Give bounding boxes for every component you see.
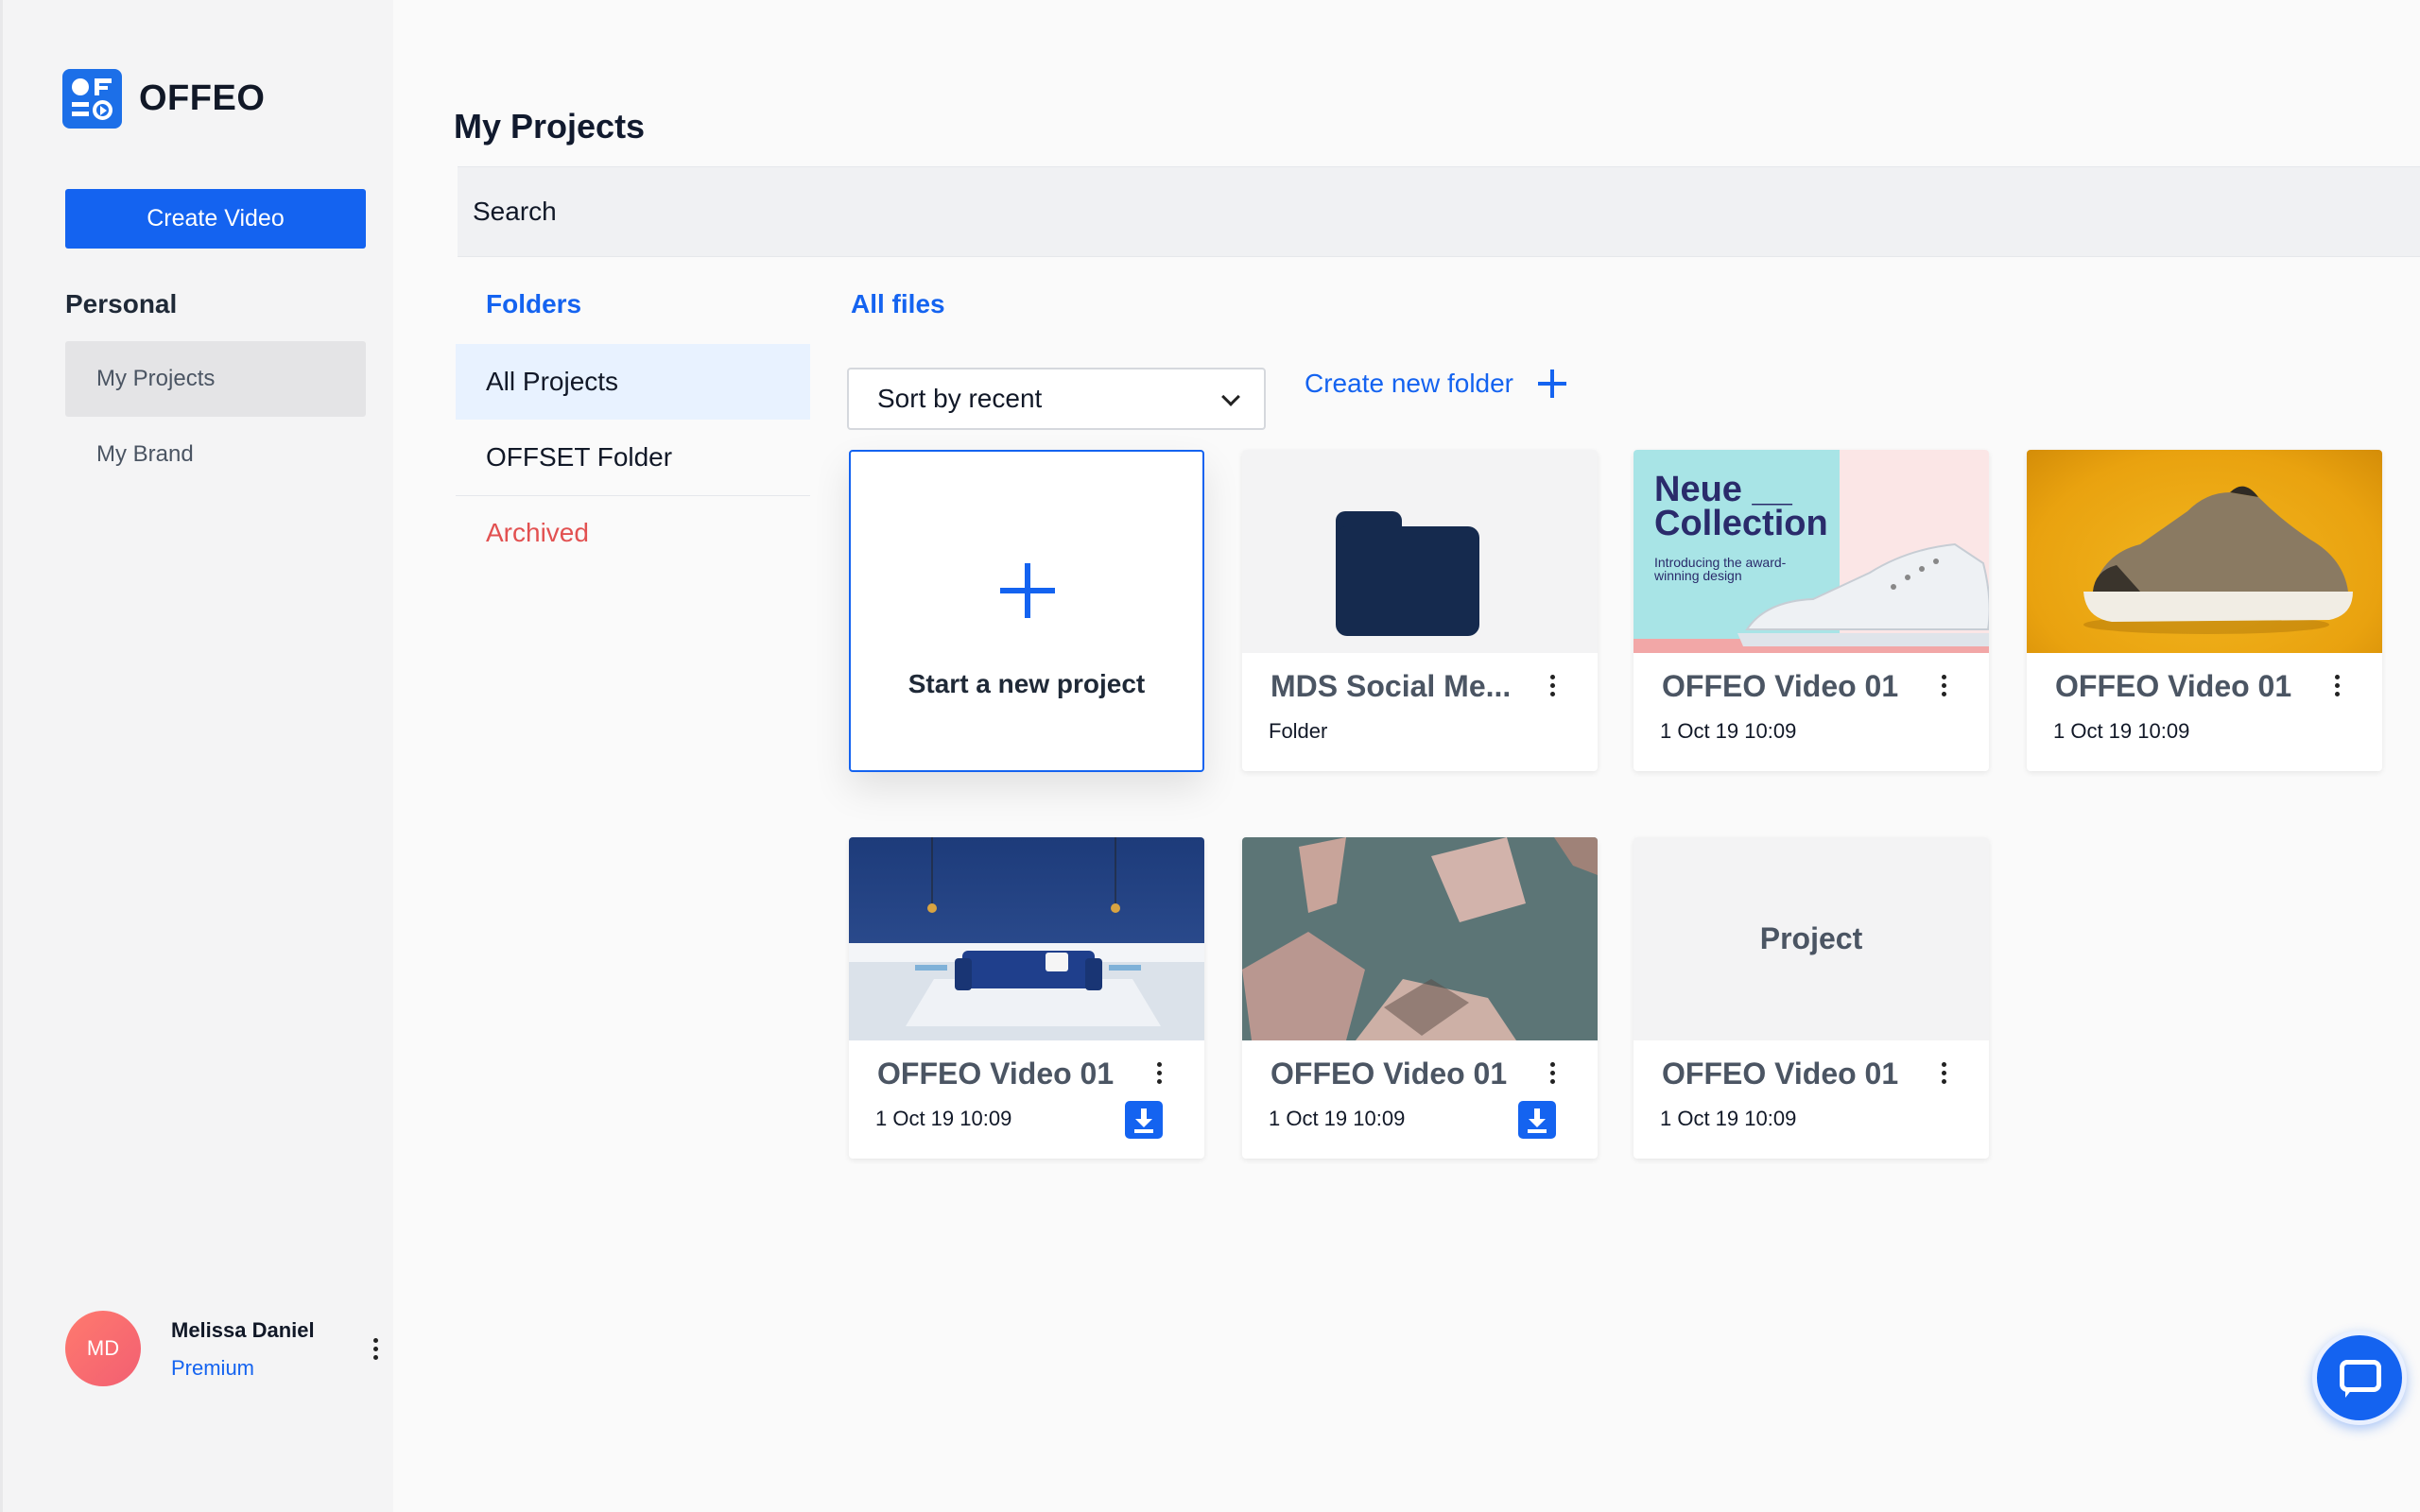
- folder-archived[interactable]: Archived: [456, 495, 810, 571]
- card-subtitle: 1 Oct 19 10:09: [1660, 1107, 1797, 1130]
- card-title: MDS Social Me...: [1270, 669, 1512, 703]
- sidebar-item-label: My Projects: [96, 366, 216, 391]
- project-card[interactable]: Neue __ Collection Introducing the award…: [1634, 450, 1989, 771]
- all-files-heading: All files: [851, 289, 945, 318]
- user-plan: Premium: [171, 1356, 255, 1380]
- sort-dropdown[interactable]: Sort by recent: [847, 368, 1266, 430]
- folder-offset[interactable]: OFFSET Folder: [456, 420, 810, 495]
- card-title: OFFEO Video 01: [1270, 1057, 1508, 1091]
- card-title: OFFEO Video 01: [877, 1057, 1115, 1091]
- page-title: My Projects: [454, 107, 646, 146]
- folder-icon: [1336, 511, 1479, 636]
- video-thumbnail: [849, 837, 1204, 1040]
- card-title: OFFEO Video 01: [2055, 669, 2292, 703]
- chat-icon: [2340, 1360, 2381, 1392]
- avatar[interactable]: MD: [65, 1311, 141, 1386]
- more-options-icon[interactable]: [1543, 1057, 1562, 1089]
- download-icon[interactable]: [1518, 1101, 1556, 1139]
- geometric-shapes-image: [1242, 837, 1598, 1040]
- new-project-card[interactable]: Start a new project: [849, 450, 1204, 772]
- create-new-folder-label: Create new folder: [1305, 369, 1514, 398]
- folder-thumbnail: [1242, 450, 1598, 653]
- more-options-icon[interactable]: [1934, 669, 1953, 701]
- card-title: OFFEO Video 01: [1662, 1057, 1899, 1091]
- video-thumbnail: Neue __ Collection Introducing the award…: [1634, 450, 1989, 653]
- more-options-icon[interactable]: [1934, 1057, 1953, 1089]
- sidebar-item-my-projects[interactable]: My Projects: [65, 341, 366, 417]
- card-title: OFFEO Video 01: [1662, 669, 1899, 703]
- more-options-icon[interactable]: [2327, 669, 2346, 701]
- plus-icon: [1538, 369, 1567, 398]
- create-new-folder-button[interactable]: Create new folder: [1305, 368, 1567, 400]
- project-card[interactable]: OFFEO Video 01 1 Oct 19 10:09: [2027, 450, 2382, 771]
- folder-label: OFFSET Folder: [486, 442, 673, 472]
- chevron-down-icon: [1221, 387, 1240, 406]
- brand-name: OFFEO: [139, 78, 266, 118]
- project-card[interactable]: OFFEO Video 01 1 Oct 19 10:09: [1242, 837, 1598, 1159]
- main-content: My Projects Folders All Projects OFFSET …: [393, 0, 2420, 1512]
- living-room-image: [849, 837, 1204, 1040]
- thumbnail-heading: Neue __ Collection: [1654, 470, 1828, 543]
- download-icon[interactable]: [1125, 1101, 1163, 1139]
- chat-support-button[interactable]: [2312, 1331, 2407, 1425]
- folders-heading: Folders: [486, 289, 582, 318]
- card-subtitle: 1 Oct 19 10:09: [875, 1107, 1012, 1130]
- card-subtitle: 1 Oct 19 10:09: [2053, 719, 2190, 743]
- user-menu-icon[interactable]: [364, 1330, 387, 1367]
- card-subtitle: Folder: [1269, 719, 1328, 743]
- video-thumbnail: [1242, 837, 1598, 1040]
- user-name: Melissa Daniel: [171, 1318, 315, 1342]
- project-card[interactable]: Project OFFEO Video 01 1 Oct 19 10:09: [1634, 837, 1989, 1159]
- folder-label: Archived: [486, 518, 589, 547]
- sort-label: Sort by recent: [877, 384, 1043, 413]
- card-subtitle: 1 Oct 19 10:09: [1660, 719, 1797, 743]
- app-logo[interactable]: OFFEO: [62, 69, 265, 129]
- sidebar: OFFEO Create Video Personal My Projects …: [0, 0, 393, 1512]
- offeo-logo-icon: [62, 69, 122, 129]
- section-personal-heading: Personal: [65, 289, 178, 318]
- sidebar-item-label: My Brand: [96, 441, 194, 467]
- search-input[interactable]: [458, 166, 2420, 257]
- folder-label: All Projects: [486, 367, 619, 396]
- project-placeholder-thumbnail: Project: [1634, 837, 1989, 1040]
- user-profile: MD Melissa Daniel Premium: [65, 1311, 387, 1386]
- project-card[interactable]: OFFEO Video 01 1 Oct 19 10:09: [849, 837, 1204, 1159]
- video-thumbnail: [2027, 450, 2382, 653]
- card-subtitle: 1 Oct 19 10:09: [1269, 1107, 1406, 1130]
- create-video-button[interactable]: Create Video: [65, 189, 366, 249]
- more-options-icon[interactable]: [1150, 1057, 1168, 1089]
- sneaker-image: [2083, 486, 2353, 634]
- sidebar-item-my-brand[interactable]: My Brand: [65, 417, 366, 492]
- new-project-label: Start a new project: [908, 669, 1146, 698]
- more-options-icon[interactable]: [1543, 669, 1562, 701]
- plus-icon: [1000, 563, 1055, 618]
- sneaker-image: [1737, 542, 1989, 646]
- folder-all-projects[interactable]: All Projects: [456, 344, 810, 420]
- project-card[interactable]: MDS Social Me... Folder: [1242, 450, 1598, 771]
